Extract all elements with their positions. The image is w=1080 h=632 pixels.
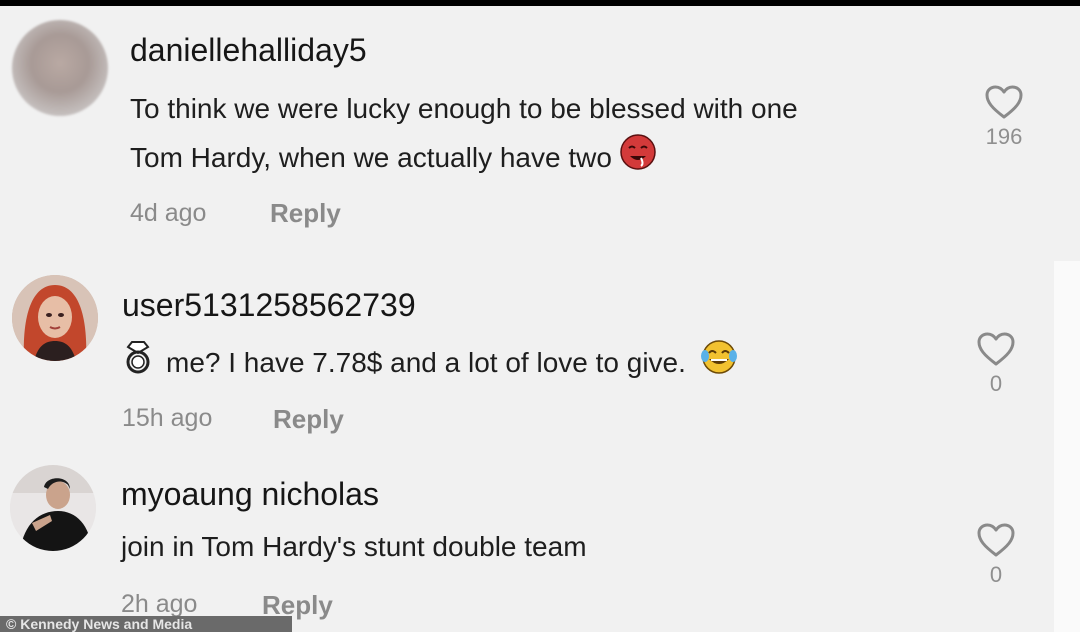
comment-text-segment: me? I have 7.78$ and a lot of love to gi… <box>166 347 686 378</box>
comment-time: 2h ago <box>121 590 198 618</box>
comment-time: 15h ago <box>122 404 213 432</box>
heart-icon <box>977 523 1015 557</box>
like-button[interactable]: 196 <box>974 84 1034 150</box>
comment-username[interactable]: user5131258562739 <box>122 287 416 324</box>
comment-text: To think we were lucky enough to be bles… <box>130 84 798 185</box>
comment-text: me? I have 7.78$ and a lot of love to gi… <box>122 338 738 390</box>
avatar[interactable] <box>10 465 96 551</box>
ring-icon <box>122 339 154 390</box>
avatar[interactable] <box>12 275 98 361</box>
heart-icon <box>977 332 1015 366</box>
comment-item: myoaung nicholas join in Tom Hardy's stu… <box>0 456 1054 632</box>
comment-text-segment: Tom Hardy, when we actually have two <box>130 142 612 173</box>
comment-username[interactable]: daniellehalliday5 <box>130 32 367 69</box>
side-panel <box>1054 261 1080 632</box>
drooling-face-icon <box>620 134 656 185</box>
comment-text-line: To think we were lucky enough to be bles… <box>130 93 798 124</box>
avatar-portrait <box>12 275 98 361</box>
comment-text-line: Tom Hardy, when we actually have two <box>130 133 798 185</box>
comment-text: join in Tom Hardy's stunt double team <box>121 531 587 562</box>
like-button[interactable]: 0 <box>966 522 1026 588</box>
like-count: 0 <box>989 562 1003 587</box>
heart-icon <box>985 85 1023 119</box>
like-button[interactable]: 0 <box>966 331 1026 397</box>
tears-of-joy-face-icon <box>700 339 738 390</box>
comment-time: 4d ago <box>130 199 207 227</box>
like-count: 0 <box>989 371 1003 396</box>
avatar-portrait <box>10 465 96 551</box>
like-count: 196 <box>985 124 1023 149</box>
reply-button[interactable]: Reply <box>270 198 341 229</box>
comments-screen: daniellehalliday5 To think we were lucky… <box>0 6 1080 632</box>
avatar[interactable] <box>12 20 108 116</box>
comment-item: user5131258562739 me? I have 7.78$ and a… <box>0 251 1054 456</box>
reply-button[interactable]: Reply <box>273 404 344 435</box>
comment-username[interactable]: myoaung nicholas <box>121 476 379 513</box>
comment-item: daniellehalliday5 To think we were lucky… <box>0 6 1054 251</box>
watermark: © Kennedy News and Media <box>0 616 292 632</box>
